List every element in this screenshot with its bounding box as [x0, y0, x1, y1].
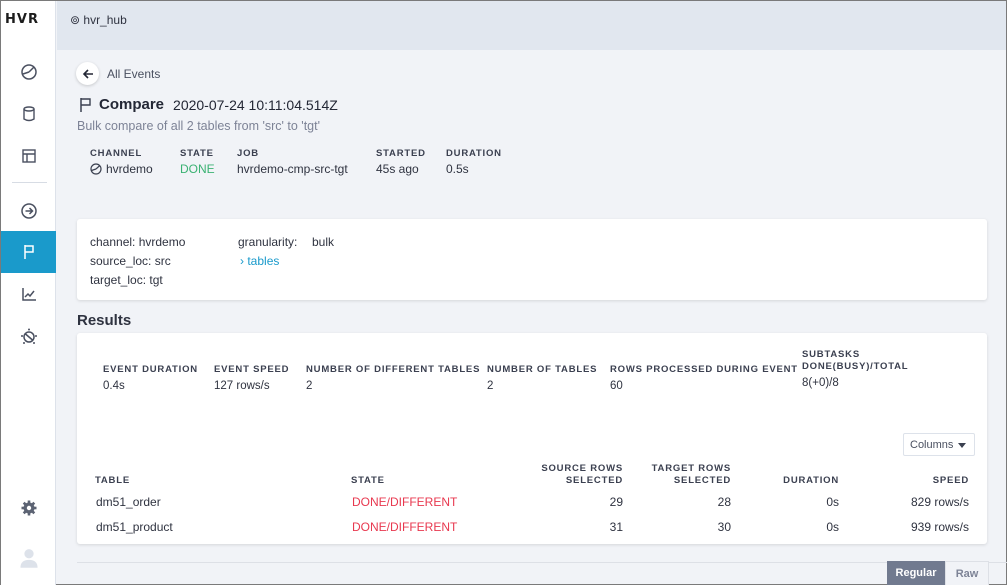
pie-chart-icon [20, 64, 37, 80]
param-target-loc: target_loc: tgt [90, 273, 163, 287]
divider [77, 562, 1007, 563]
tables-expander[interactable]: › tables [240, 254, 279, 268]
cell-table: dm51_product [96, 520, 173, 534]
sidebar-divider [12, 182, 47, 183]
columns-dropdown[interactable]: Columns [903, 433, 975, 456]
arrow-left-icon [82, 68, 93, 79]
hub-name[interactable]: ⊚ hvr_hub [70, 13, 127, 27]
sidebar-item-locations[interactable] [1, 93, 56, 135]
breadcrumb-all-events[interactable]: All Events [107, 67, 160, 81]
job-link[interactable]: hvrdemo-cmp-src-tgt [237, 162, 348, 176]
cell-speed: 829 rows/s [910, 495, 969, 509]
cell-duration: 0s [826, 520, 839, 534]
table-icon [21, 149, 36, 163]
stat-event-duration: EVENT DURATION 0.4s [103, 364, 198, 392]
col-header-target-rows[interactable]: TARGET ROWS SELECTED [631, 463, 731, 487]
cell-target-rows: 28 [717, 495, 731, 509]
sidebar-item-jobs[interactable] [1, 190, 56, 232]
sidebar: HVR [1, 1, 56, 585]
caret-down-icon [958, 443, 966, 448]
stat-number-of-tables: NUMBER OF TABLES 2 [487, 364, 598, 392]
sidebar-item-settings[interactable] [1, 487, 56, 529]
hub-icon: ⊚ [70, 13, 84, 27]
meta-state: STATE DONE [180, 148, 215, 176]
cell-state: DONE/DIFFERENT [352, 495, 458, 509]
page-title: Compare [99, 96, 165, 113]
page-title-row: Compare 2020-07-24 10:11:04.514Z [79, 96, 338, 113]
view-regular-tab[interactable]: Regular [887, 561, 945, 585]
user-icon [19, 549, 38, 568]
col-header-speed[interactable]: SPEED [869, 475, 969, 487]
meta-channel: CHANNEL hvrdemo [90, 148, 153, 176]
param-channel: channel: hvrdemo [90, 235, 186, 249]
main-content: All Events Compare 2020-07-24 10:11:04.5… [57, 50, 1007, 585]
topbar: ⊚ hvr_hub [57, 1, 1006, 50]
event-description: Bulk compare of all 2 tables from 'src' … [77, 119, 320, 133]
param-granularity-label: granularity: [238, 235, 298, 249]
arrow-circle-right-icon [20, 203, 37, 219]
flag-icon [80, 97, 91, 112]
meta-duration: DURATION 0.5s [446, 148, 502, 176]
col-header-table[interactable]: TABLE [95, 475, 130, 487]
sidebar-item-tables[interactable] [1, 135, 56, 177]
hvr-logo[interactable]: HVR [5, 12, 51, 28]
sidebar-item-events[interactable] [1, 231, 56, 273]
line-chart-icon [21, 288, 36, 301]
cell-speed: 939 rows/s [910, 520, 969, 534]
view-raw-tab[interactable]: Raw [945, 561, 989, 585]
results-card: EVENT DURATION 0.4s EVENT SPEED 127 rows… [77, 333, 987, 544]
state-badge: DONE [180, 162, 215, 176]
meta-job: JOB hvrdemo-cmp-src-tgt [237, 148, 348, 176]
event-timestamp: 2020-07-24 10:11:04.514Z [173, 96, 338, 113]
flag-icon [23, 245, 34, 259]
database-icon [22, 106, 35, 122]
cell-duration: 0s [826, 495, 839, 509]
sidebar-item-topology[interactable] [1, 315, 56, 357]
sidebar-item-statistics[interactable] [1, 273, 56, 315]
parameters-card: channel: hvrdemo source_loc: src target_… [77, 219, 987, 300]
param-source-loc: source_loc: src [90, 254, 171, 268]
sidebar-item-user[interactable] [1, 537, 56, 579]
col-header-source-rows[interactable]: SOURCE ROWS SELECTED [523, 463, 623, 487]
cell-source-rows: 29 [609, 495, 623, 509]
cell-state: DONE/DIFFERENT [352, 520, 458, 534]
meta-started: STARTED 45s ago [376, 148, 426, 176]
cell-target-rows: 30 [717, 520, 731, 534]
gear-icon [21, 500, 36, 516]
channel-link[interactable]: hvrdemo [106, 162, 153, 176]
stat-subtasks: SUBTASKS DONE(BUSY)/TOTAL 8(+0)/8 [802, 349, 909, 389]
cell-table: dm51_order [96, 495, 161, 509]
cell-source-rows: 31 [609, 520, 623, 534]
back-button[interactable] [76, 62, 99, 85]
channel-icon [90, 163, 102, 175]
stat-different-tables: NUMBER OF DIFFERENT TABLES 2 [306, 364, 481, 392]
sidebar-item-dashboard[interactable] [1, 51, 56, 93]
stat-event-speed: EVENT SPEED 127 rows/s [214, 364, 290, 392]
stat-rows-processed: ROWS PROCESSED DURING EVENT 60 [610, 364, 798, 392]
param-granularity-value: bulk [312, 235, 335, 249]
col-header-duration[interactable]: DURATION [739, 475, 839, 487]
topology-icon [20, 328, 37, 344]
col-header-state[interactable]: STATE [351, 475, 385, 487]
results-heading: Results [77, 312, 132, 329]
